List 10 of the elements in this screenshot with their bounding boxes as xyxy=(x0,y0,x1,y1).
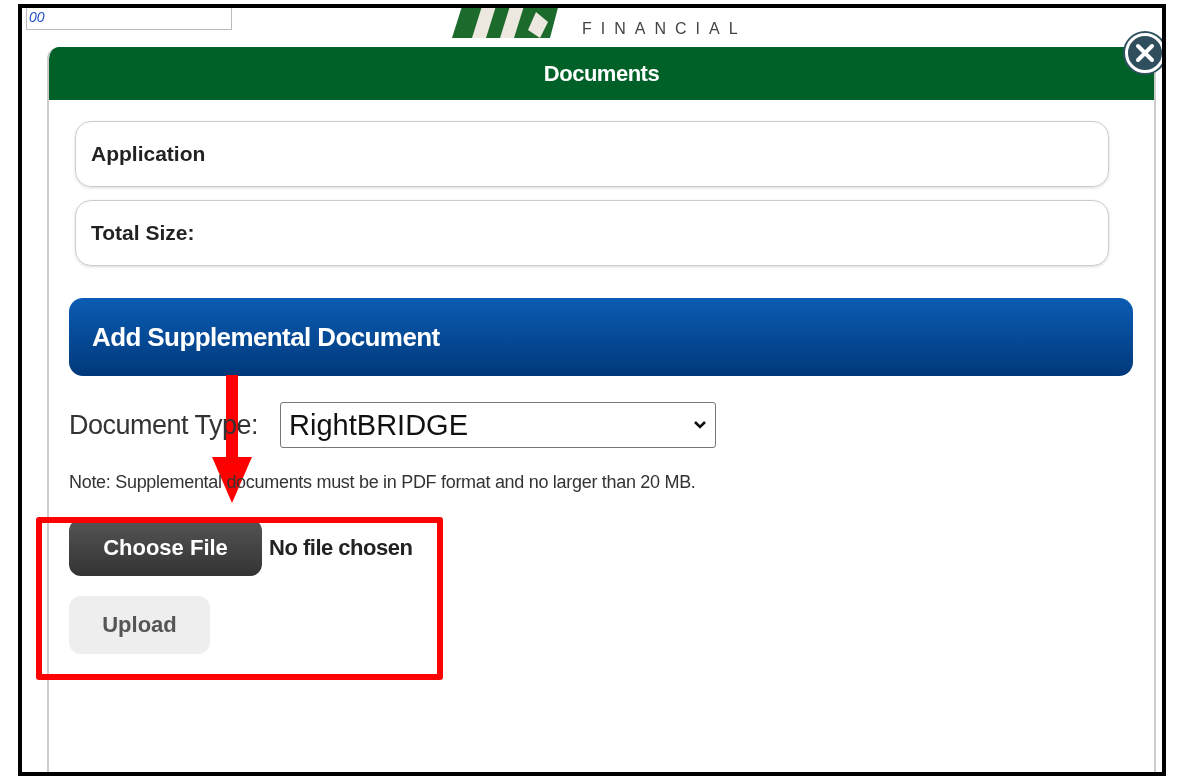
logo-text: FINANCIAL xyxy=(582,20,747,38)
file-status: No file chosen xyxy=(269,534,413,561)
dialog-title: Documents xyxy=(543,60,660,87)
info-label: Application xyxy=(91,142,206,166)
document-type-select[interactable]: RightBRIDGE xyxy=(280,402,717,448)
info-label: Total Size: xyxy=(91,221,195,245)
text-field[interactable]: 00 xyxy=(26,8,232,30)
close-icon[interactable] xyxy=(1125,33,1162,73)
chevron-icon xyxy=(693,420,708,430)
section-title: Add Supplemental Document xyxy=(92,321,440,353)
